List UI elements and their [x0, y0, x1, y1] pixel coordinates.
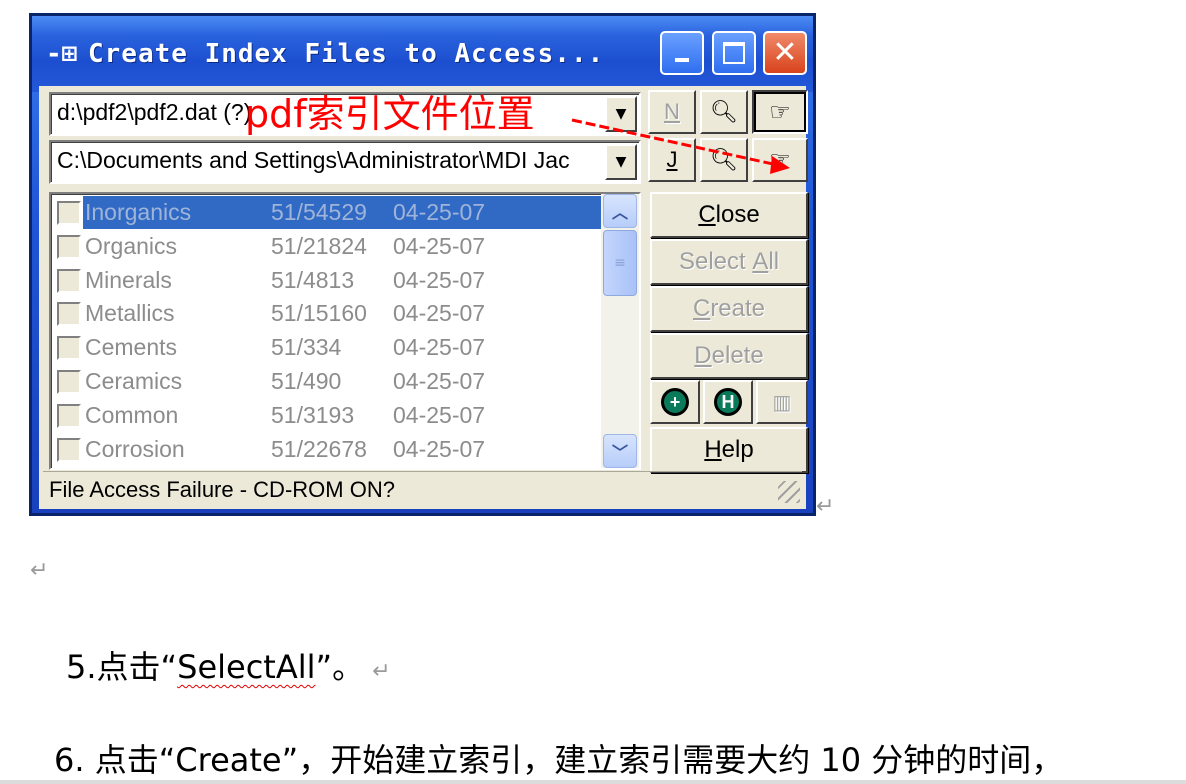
step-6-line: 6. 点击“Create”，开始建立索引，建立索引需要大约 10 分钟的时间，	[54, 741, 1064, 779]
paragraph-mark: ↵	[30, 558, 49, 583]
step-5-word: SelectAll	[177, 648, 316, 686]
paragraph-mark: ↵	[372, 659, 391, 684]
page-divider	[0, 780, 1186, 784]
step-5-prefix: 5.点击“	[66, 648, 178, 686]
step-5-suffix: ”。	[315, 648, 365, 686]
paragraph-mark: ↵	[816, 494, 835, 519]
step-5-line: 5.点击“SelectAll”。 ↵	[66, 642, 391, 688]
